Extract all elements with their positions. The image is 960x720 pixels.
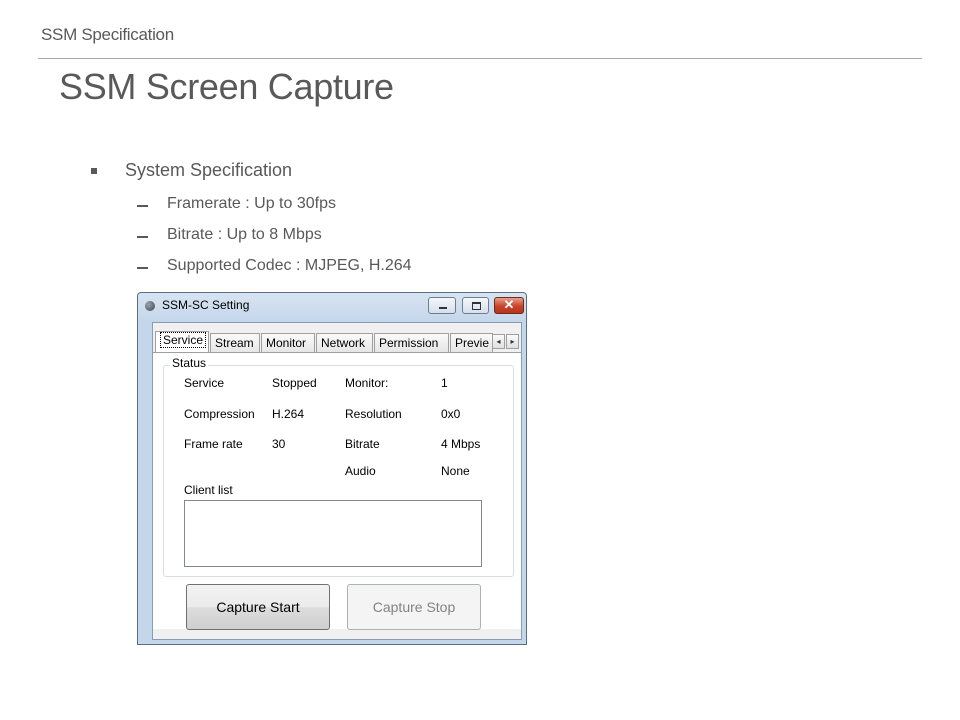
tab-monitor[interactable]: Monitor (261, 333, 315, 352)
minimize-button[interactable] (428, 297, 456, 314)
maximize-button[interactable] (462, 297, 489, 314)
tab-label: Stream (215, 336, 254, 350)
sub-bullet-text: Bitrate : Up to 8 Mbps (167, 226, 322, 243)
square-bullet-icon (91, 168, 97, 174)
tab-label: Network (321, 336, 366, 350)
tab-service[interactable]: Service (155, 331, 209, 353)
window-client-area: Service Stream Monitor Network Permissio… (152, 322, 522, 640)
monitor-value: 1 (441, 376, 448, 390)
monitor-label: Monitor: (345, 376, 389, 390)
sub-bullet-text: Supported Codec : MJPEG, H.264 (167, 257, 412, 274)
audio-value: None (441, 464, 470, 478)
tab-label: Service (160, 332, 207, 348)
close-button[interactable]: ✕ (494, 297, 524, 314)
bitrate-value: 4 Mbps (441, 437, 481, 451)
client-list-box[interactable] (184, 500, 482, 567)
bullet-text: System Specification (125, 160, 293, 180)
capture-start-button[interactable]: Capture Start (186, 584, 330, 630)
dash-bullet-icon (137, 236, 148, 238)
window-title: SSM-SC Setting (162, 298, 250, 312)
bitrate-label: Bitrate (345, 437, 380, 451)
slide-title: SSM Screen Capture (59, 66, 394, 107)
tab-strip: Service Stream Monitor Network Permissio… (153, 331, 523, 353)
capture-stop-button[interactable]: Capture Stop (347, 584, 481, 630)
resolution-value: 0x0 (441, 407, 461, 421)
tab-scroll-right-button[interactable]: ▸ (506, 334, 519, 349)
audio-label: Audio (345, 464, 376, 478)
sub-bullet-text: Framerate : Up to 30fps (167, 195, 336, 212)
tab-permission[interactable]: Permission (374, 333, 449, 352)
status-group-label: Status (170, 356, 209, 370)
tab-label: Monitor (266, 336, 307, 350)
compression-value: H.264 (272, 407, 305, 421)
close-icon: ✕ (503, 297, 515, 312)
framerate-value: 30 (272, 437, 286, 451)
arrow-right-icon: ▸ (510, 337, 515, 346)
tab-scroll-left-button[interactable]: ◂ (492, 334, 505, 349)
header-divider (38, 58, 922, 59)
tab-label: Permission (379, 336, 439, 350)
client-list-label: Client list (184, 483, 233, 497)
service-label: Service (184, 376, 225, 390)
framerate-label: Frame rate (184, 437, 243, 451)
slide-header: SSM Specification (41, 25, 174, 44)
app-icon (145, 301, 155, 311)
dash-bullet-icon (137, 205, 148, 207)
resolution-label: Resolution (345, 407, 402, 421)
tab-preview[interactable]: Previe (450, 333, 493, 352)
arrow-left-icon: ◂ (496, 337, 501, 346)
tab-stream[interactable]: Stream (210, 333, 260, 352)
settings-window: SSM-SC Setting ✕ Service Stream Monitor … (137, 292, 527, 645)
compression-label: Compression (184, 407, 255, 421)
tab-label: Previe (455, 336, 490, 350)
service-value: Stopped (272, 376, 317, 390)
dash-bullet-icon (137, 267, 148, 269)
tab-network[interactable]: Network (316, 333, 373, 352)
